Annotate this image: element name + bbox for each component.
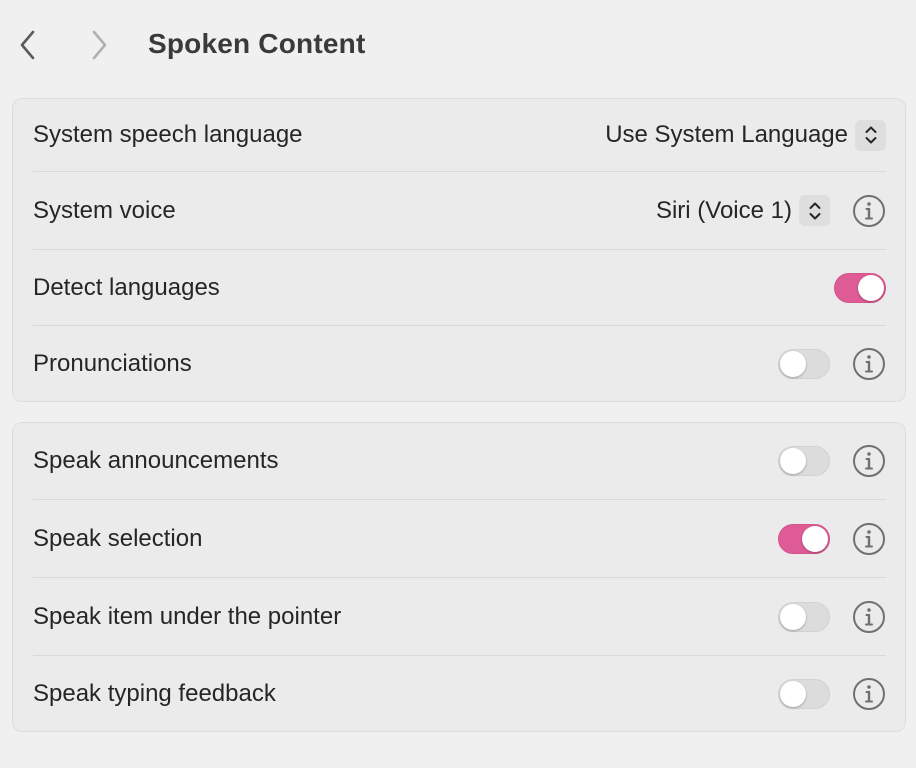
toggle-knob — [780, 350, 806, 377]
speech-language-row: System speech language Use System Langua… — [33, 99, 886, 171]
speak-selection-controls — [778, 522, 886, 556]
speak-announcements-toggle[interactable] — [778, 446, 830, 476]
speak-announcements-controls — [778, 444, 886, 478]
speak-selection-row: Speak selection — [33, 499, 886, 577]
pronunciations-toggle[interactable] — [778, 348, 830, 379]
speak-pointer-toggle[interactable] — [778, 601, 830, 632]
pronunciations-label: Pronunciations — [33, 349, 192, 377]
page-title: Spoken Content — [148, 28, 366, 59]
speak-announcements-row: Speak announcements — [33, 423, 886, 499]
speak-typing-label: Speak typing feedback — [33, 679, 276, 707]
chevron-up-down-icon — [799, 195, 830, 226]
speak-typing-info-button[interactable] — [852, 677, 886, 711]
system-voice-popup[interactable]: Siri (Voice 1) — [656, 195, 830, 226]
speak-selection-label: Speak selection — [33, 524, 203, 552]
pronunciations-controls — [778, 347, 886, 381]
speak-pointer-label: Speak item under the pointer — [33, 602, 342, 630]
chevron-up-down-icon — [855, 119, 886, 151]
speak-pointer-row: Speak item under the pointer — [33, 577, 886, 655]
chevron-right-icon — [92, 30, 107, 60]
info-icon — [853, 522, 885, 555]
detect-languages-toggle[interactable] — [834, 272, 886, 303]
chevron-left-icon — [20, 30, 35, 60]
toggle-knob — [780, 448, 806, 474]
system-voice-controls: Siri (Voice 1) — [656, 194, 886, 228]
pronunciations-row: Pronunciations — [33, 325, 886, 401]
info-icon — [853, 445, 885, 477]
detect-languages-row: Detect languages — [33, 249, 886, 325]
speak-typing-row: Speak typing feedback — [33, 655, 886, 731]
speech-language-label: System speech language — [33, 121, 303, 148]
system-voice-value: Siri (Voice 1) — [655, 196, 792, 224]
spoken-content-page: Spoken Content System speech language Us… — [0, 0, 916, 768]
toggle-knob — [858, 274, 884, 301]
speak-selection-info-button[interactable] — [852, 522, 886, 556]
speak-typing-toggle[interactable] — [778, 678, 830, 709]
speak-selection-toggle[interactable] — [778, 523, 830, 554]
speak-typing-controls — [778, 677, 886, 711]
detect-languages-controls — [834, 272, 886, 303]
speak-options-group: Speak announcements Speak selection Spea… — [12, 422, 906, 732]
detect-languages-label: Detect languages — [33, 273, 220, 301]
speak-announcements-label: Speak announcements — [33, 447, 279, 474]
toolbar: Spoken Content — [0, 0, 916, 92]
system-voice-label: System voice — [33, 196, 176, 224]
forward-button[interactable] — [81, 26, 117, 64]
toggle-knob — [780, 680, 806, 707]
system-voice-row: System voice Siri (Voice 1) — [33, 171, 886, 249]
speech-language-controls: Use System Language — [605, 119, 886, 151]
toggle-knob — [802, 525, 828, 552]
toggle-knob — [780, 603, 806, 630]
info-icon — [853, 194, 885, 227]
back-button[interactable] — [10, 26, 46, 64]
info-icon — [853, 347, 885, 380]
speak-pointer-info-button[interactable] — [852, 600, 886, 634]
pronunciations-info-button[interactable] — [852, 347, 886, 381]
speech-language-value: Use System Language — [605, 121, 848, 148]
system-voice-info-button[interactable] — [852, 194, 886, 228]
speech-settings-group: System speech language Use System Langua… — [12, 98, 906, 402]
speak-announcements-info-button[interactable] — [852, 444, 886, 478]
speak-pointer-controls — [778, 600, 886, 634]
speech-language-popup[interactable]: Use System Language — [605, 119, 886, 151]
info-icon — [853, 677, 885, 710]
info-icon — [853, 600, 885, 633]
